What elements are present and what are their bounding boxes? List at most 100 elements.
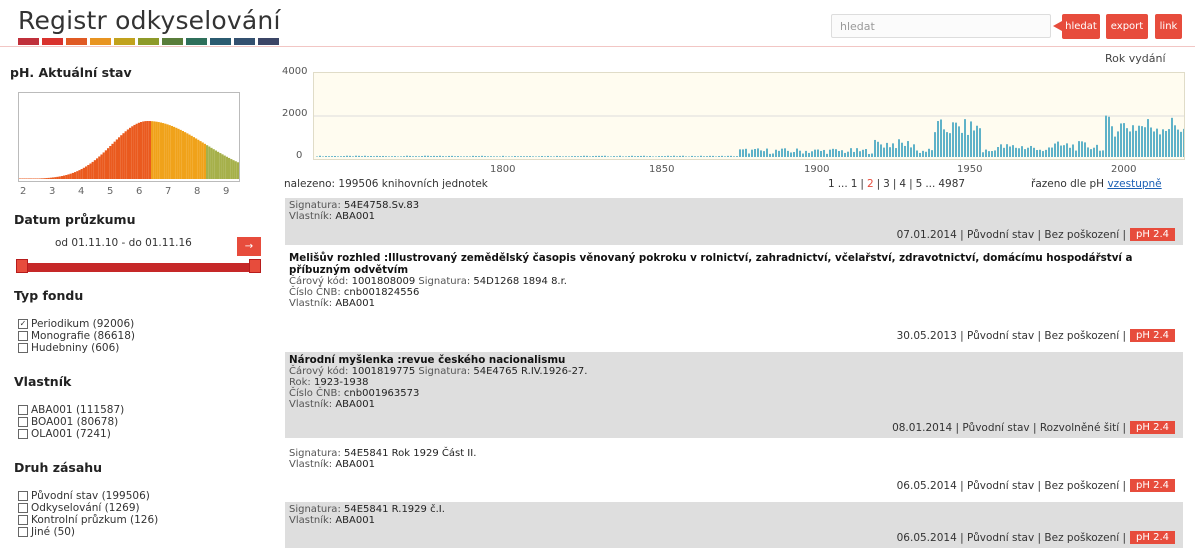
year-bar (937, 121, 939, 157)
year-bar (973, 130, 975, 157)
year-bar (337, 156, 339, 157)
record-title[interactable]: Melišův rozhled :Illustrovaný zemědělský… (289, 252, 1179, 276)
year-bar (550, 156, 552, 157)
record-row[interactable]: Melišův rozhled :Illustrovaný zemědělský… (285, 250, 1183, 346)
date-apply-button[interactable]: → (237, 237, 261, 256)
checkbox-icon[interactable] (18, 515, 28, 525)
year-bar (346, 155, 348, 157)
search-input[interactable] (831, 14, 1051, 38)
year-bar (661, 156, 663, 157)
checkbox-icon[interactable] (18, 343, 28, 353)
year-bar (433, 155, 435, 157)
page-link[interactable]: 4987 (938, 178, 965, 190)
link-button[interactable]: link (1155, 14, 1182, 39)
year-bar (1060, 145, 1062, 157)
filter-option[interactable]: OLA001 (7241) (18, 428, 124, 440)
checkbox-icon[interactable] (18, 527, 28, 537)
ph-bar (153, 121, 156, 179)
year-bar (877, 141, 879, 157)
page-link[interactable]: 1 (828, 178, 835, 190)
page-link[interactable]: 2 (867, 178, 874, 190)
year-bar (1105, 115, 1107, 157)
date-slider-track[interactable] (16, 263, 261, 272)
ph-bar (27, 178, 30, 179)
year-bar (829, 149, 831, 157)
year-bar (805, 150, 807, 157)
checkbox-icon[interactable] (18, 331, 28, 341)
year-bar (1129, 131, 1131, 157)
year-bar (895, 148, 897, 157)
record-row[interactable]: Signatura: 54E4758.Sv.83 Vlastník: ABA001… (285, 198, 1183, 245)
checkbox-icon[interactable] (18, 491, 28, 501)
filter-option[interactable]: Odkyselování (1269) (18, 502, 158, 514)
page-link[interactable]: 3 (883, 178, 890, 190)
ph-bar (201, 142, 204, 179)
ph-bar (47, 177, 50, 179)
record-field: Vlastník: ABA001 (289, 515, 375, 526)
ph-bar (232, 160, 235, 179)
year-bar (607, 156, 609, 157)
year-bar (595, 155, 597, 157)
checkbox-icon[interactable] (18, 429, 28, 439)
year-bar (610, 156, 612, 157)
page-link: ... (925, 178, 936, 190)
record-row[interactable]: Signatura: 54E5841 Rok 1929 Část II. Vlas… (285, 446, 1183, 496)
filter-option[interactable]: Kontrolní průzkum (126) (18, 514, 158, 526)
year-bar (856, 148, 858, 157)
sort-label: řazeno dle pH (1031, 178, 1105, 190)
ph-badge: pH 2.4 (1130, 228, 1175, 241)
year-bar (799, 150, 801, 157)
page-link[interactable]: 4 (899, 178, 906, 190)
ph-bar (107, 148, 110, 179)
ph-bar (34, 178, 37, 179)
year-bar (817, 149, 819, 157)
filter-option[interactable]: Jiné (50) (18, 526, 158, 538)
date-slider-handle-start[interactable] (16, 259, 28, 273)
year-bar (1063, 145, 1065, 157)
export-button[interactable]: export (1106, 14, 1148, 39)
filter-option[interactable]: Původní stav (199506) (18, 490, 158, 502)
palette-swatch (42, 38, 63, 45)
page-link[interactable]: 5 (916, 178, 923, 190)
record-row[interactable]: Národní myšlenka :revue českého nacional… (285, 352, 1183, 438)
year-bar (634, 156, 636, 157)
year-bar (358, 155, 360, 157)
sort-direction-link[interactable]: vzestupně (1107, 178, 1161, 190)
checkbox-icon[interactable] (18, 405, 28, 415)
year-bar (538, 156, 540, 157)
date-slider-handle-end[interactable] (249, 259, 261, 273)
ph-bar (133, 124, 136, 179)
year-bar (544, 156, 546, 157)
search-button[interactable]: hledat (1053, 14, 1100, 39)
record-row[interactable]: Signatura: 54E5841 R.1929 č.I. Vlastník: … (285, 502, 1183, 548)
checkbox-icon[interactable] (18, 503, 28, 513)
year-bar (925, 151, 927, 157)
record-field: Vlastník: ABA001 (289, 399, 375, 410)
page-link[interactable]: 1 (851, 178, 858, 190)
checkbox-icon[interactable]: ✓ (18, 319, 28, 329)
filter-option[interactable]: ✓ Periodikum (92006) (18, 318, 135, 330)
filter-option[interactable]: Monografie (86618) (18, 330, 135, 342)
year-bar (1120, 123, 1122, 157)
ph-bar (199, 141, 202, 179)
filter-option[interactable]: Hudebniny (606) (18, 342, 135, 354)
year-bar (952, 122, 954, 157)
filter-option[interactable]: ABA001 (111587) (18, 404, 124, 416)
record-field: Vlastník: ABA001 (289, 298, 375, 309)
year-bar (763, 151, 765, 157)
filter-option[interactable]: BOA001 (80678) (18, 416, 124, 428)
record-title[interactable]: Národní myšlenka :revue českého nacional… (289, 354, 1179, 366)
year-bar (364, 155, 366, 157)
year-bar (706, 156, 708, 157)
ph-bar (219, 153, 222, 179)
ph-bar (23, 178, 26, 179)
ph-bar (71, 172, 74, 179)
checkbox-icon[interactable] (18, 417, 28, 427)
year-bar (940, 119, 942, 157)
year-bar (742, 149, 744, 157)
year-bar (322, 156, 324, 157)
year-bar (811, 151, 813, 157)
year-bar (1090, 149, 1092, 157)
year-bar (964, 119, 966, 157)
ph-bar (208, 146, 211, 179)
